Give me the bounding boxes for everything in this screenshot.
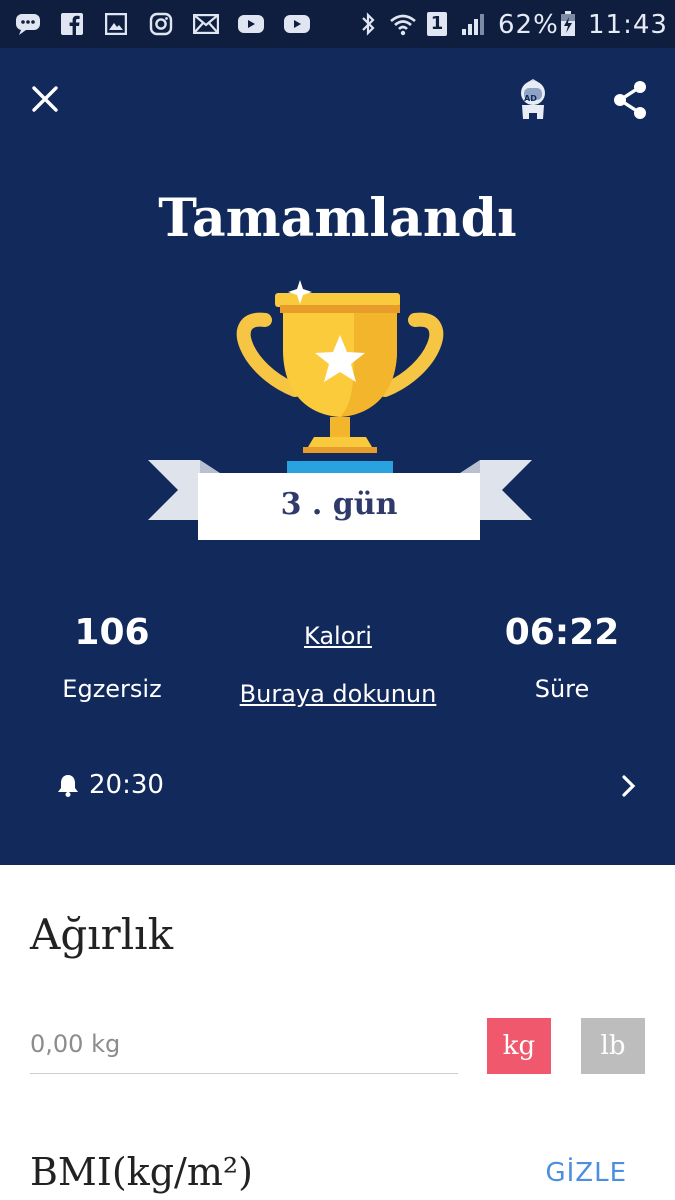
unit-lb-button[interactable]: lb: [581, 1018, 645, 1074]
reminder-row[interactable]: 20:30: [57, 770, 164, 800]
sim-icon: 1: [426, 12, 448, 36]
bell-icon: [57, 773, 79, 797]
clock: 11:43: [588, 10, 668, 40]
bmi-title: BMI(kg/m²): [30, 1150, 253, 1194]
duration-label: Süre: [534, 675, 590, 703]
wifi-icon: [388, 12, 418, 36]
exercises-value: 106: [74, 612, 150, 653]
facebook-icon: [60, 12, 84, 36]
weight-input[interactable]: [30, 1015, 458, 1074]
messages-icon: [14, 12, 42, 36]
calories-stat[interactable]: Kalori Buraya dokunun: [228, 622, 448, 708]
gallery-icon: [104, 12, 128, 36]
exercises-label: Egzersiz: [62, 675, 162, 703]
chevron-right-icon[interactable]: [614, 770, 644, 802]
battery-icon: [558, 11, 578, 36]
day-label: 3 . gün: [280, 487, 398, 522]
unit-kg-button[interactable]: kg: [487, 1018, 551, 1074]
instagram-icon: [148, 12, 174, 36]
sim-number: 1: [427, 12, 447, 36]
weight-title: Ağırlık: [30, 910, 174, 959]
status-bar: 1 62% 11:43: [0, 0, 675, 48]
youtube-icon: [236, 12, 266, 36]
trophy-badge: 3 . gün: [140, 275, 540, 550]
close-icon[interactable]: [26, 80, 64, 118]
duration-value: 06:22: [504, 612, 620, 653]
ad-label: AD: [524, 94, 537, 103]
bluetooth-icon: [358, 12, 378, 36]
reminder-time: 20:30: [89, 770, 164, 800]
exercises-stat: 106 Egzersiz: [2, 612, 222, 703]
share-icon[interactable]: [608, 78, 652, 122]
battery-percent: 62%: [498, 10, 559, 40]
youtube-icon-2: [282, 12, 312, 36]
calories-link[interactable]: Kalori: [228, 622, 448, 650]
hide-bmi-button[interactable]: GİZLE: [545, 1158, 627, 1188]
duration-stat: 06:22 Süre: [452, 612, 672, 703]
mail-icon: [192, 12, 220, 36]
page-title: Tamamlandı: [158, 188, 517, 249]
signal-icon: [460, 12, 488, 36]
ad-astronaut-icon[interactable]: AD: [512, 78, 554, 122]
tap-here-link[interactable]: Buraya dokunun: [228, 680, 448, 708]
